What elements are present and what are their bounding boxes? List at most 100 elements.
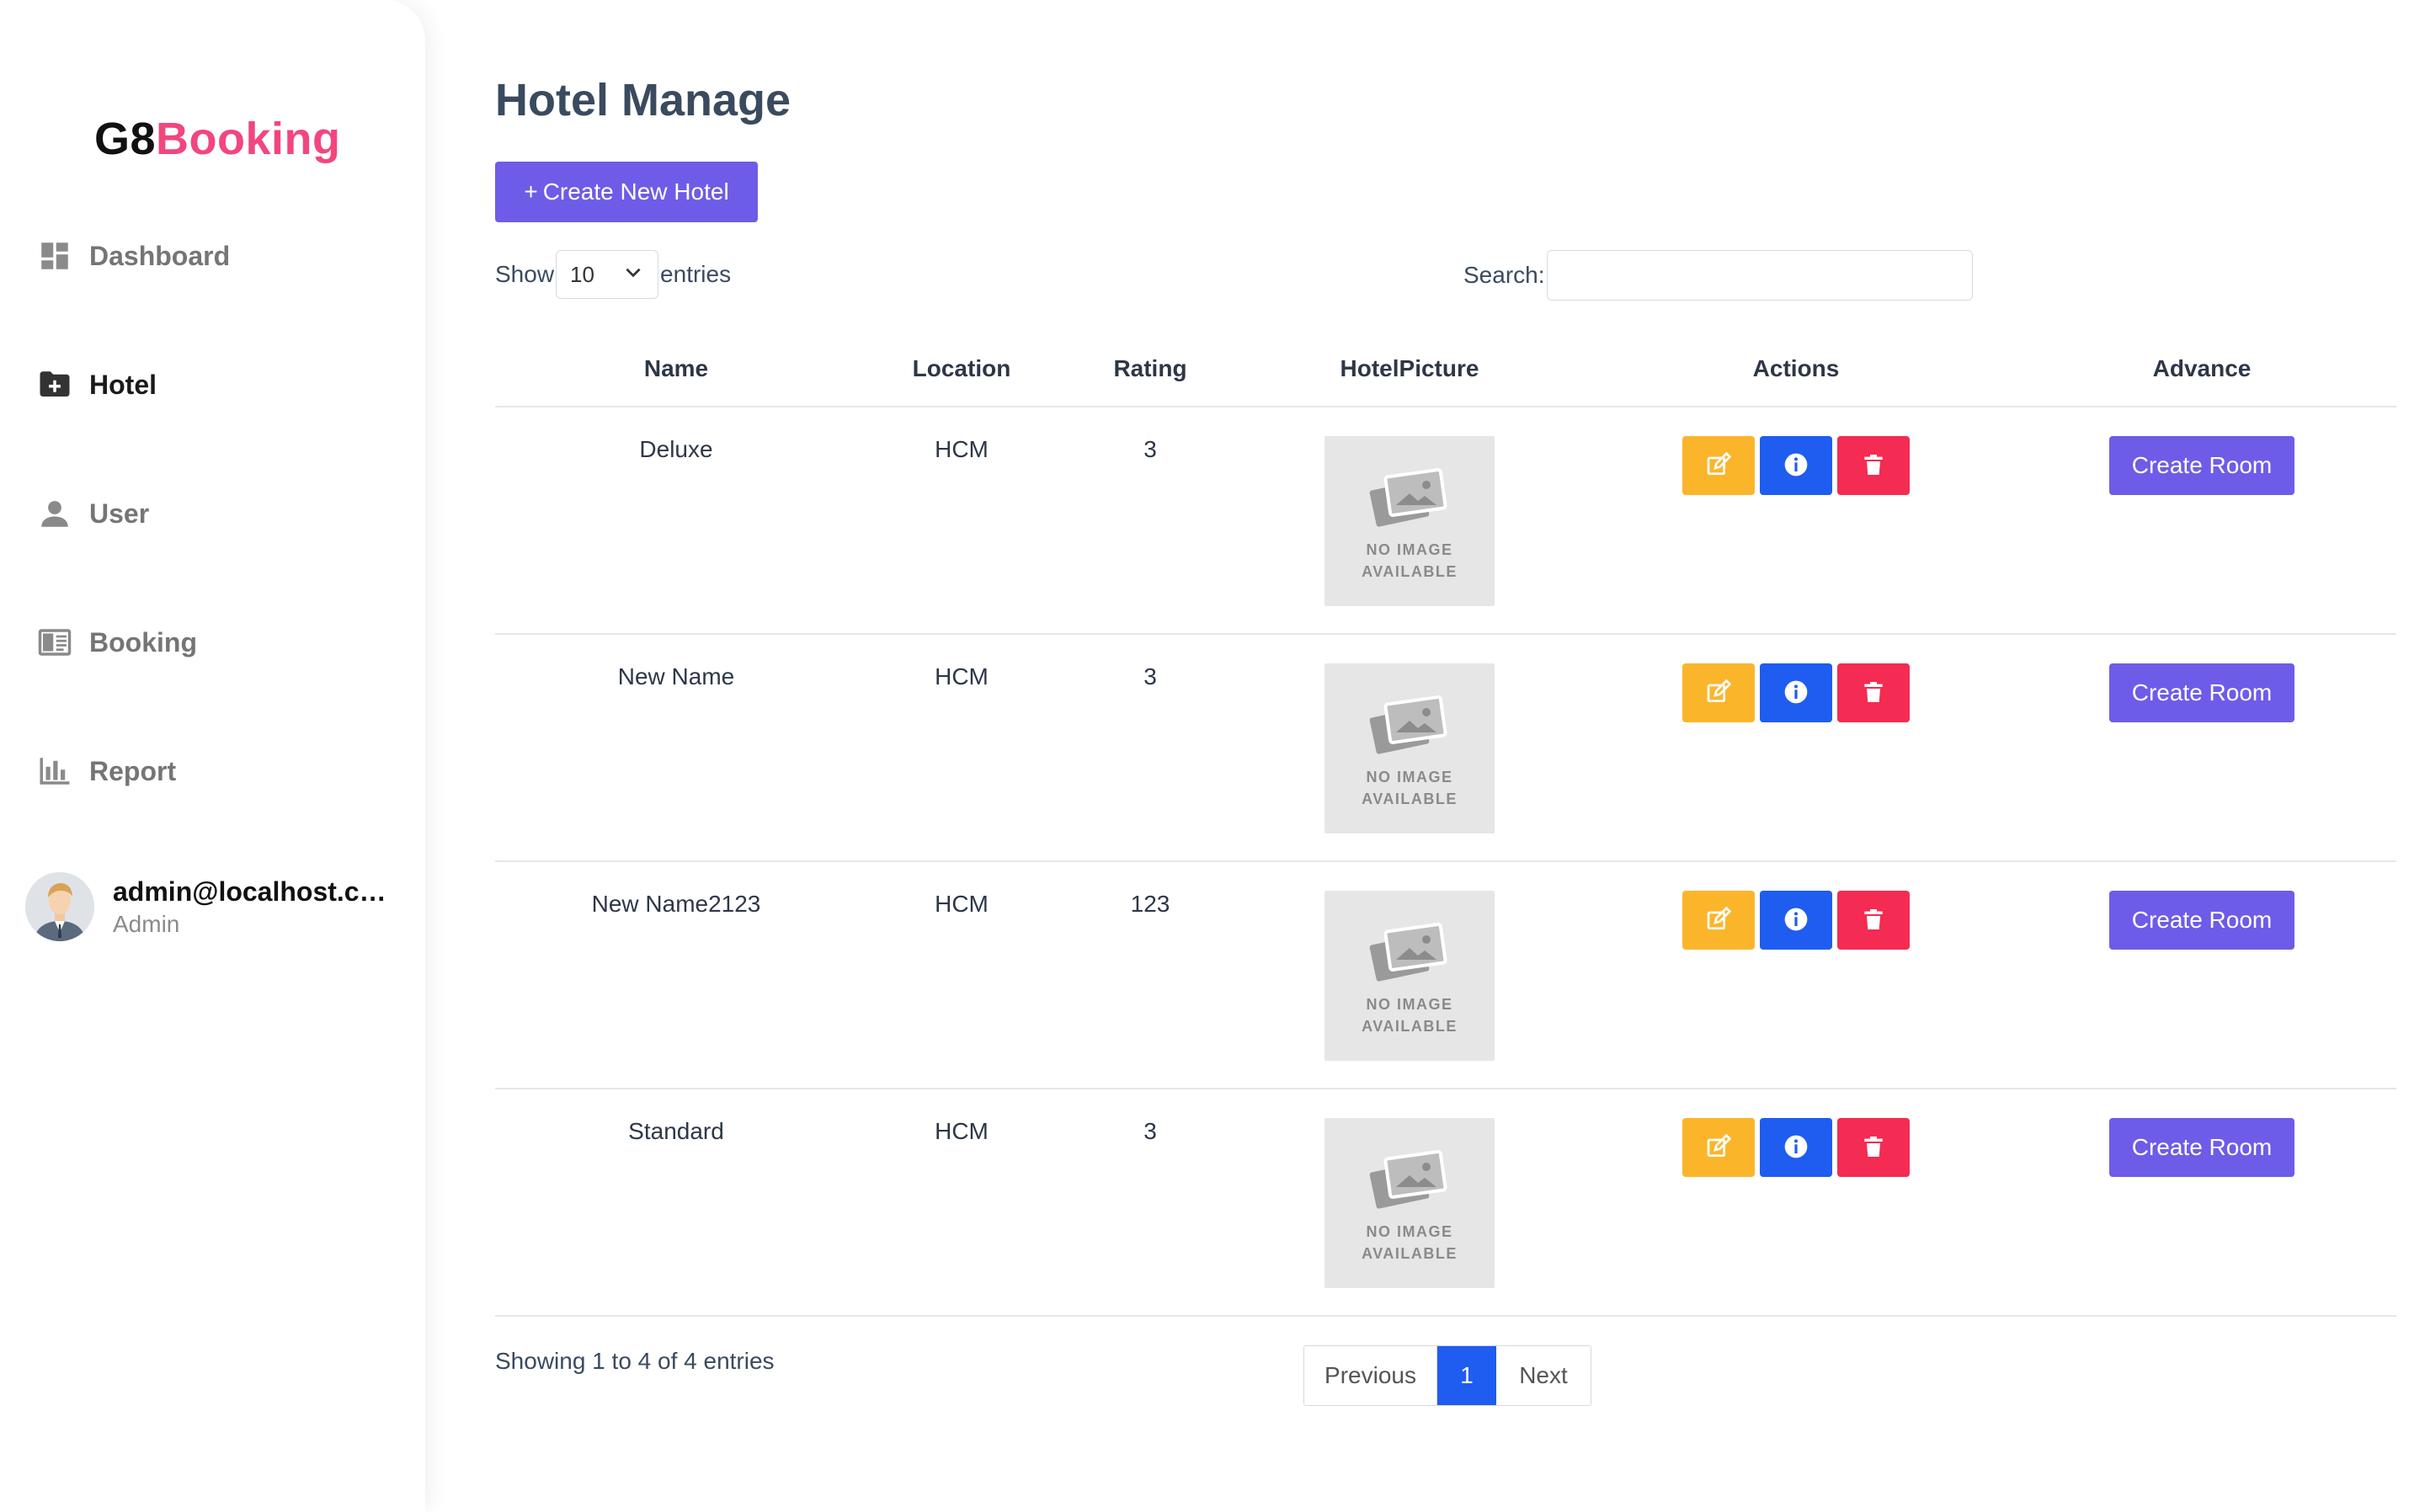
user-profile[interactable]: admin@localhost.co... Admin bbox=[25, 872, 391, 941]
trash-icon bbox=[1860, 1133, 1887, 1163]
cell-actions bbox=[1585, 862, 2007, 1088]
create-room-button[interactable]: Create Room bbox=[2109, 891, 2294, 950]
pagination-previous[interactable]: Previous bbox=[1304, 1346, 1437, 1405]
column-header-advance[interactable]: Advance bbox=[2007, 332, 2396, 406]
no-image-line2: AVAILABLE bbox=[1362, 1017, 1458, 1035]
no-image-line2: AVAILABLE bbox=[1362, 1244, 1458, 1262]
edit-button[interactable] bbox=[1682, 663, 1755, 722]
sidebar-item-user[interactable]: User bbox=[37, 488, 149, 539]
info-button[interactable] bbox=[1760, 663, 1832, 722]
cell-advance: Create Room bbox=[2007, 1089, 2396, 1315]
cell-actions bbox=[1585, 635, 2007, 860]
pagination-page-current[interactable]: 1 bbox=[1437, 1346, 1496, 1405]
no-image-line2: AVAILABLE bbox=[1362, 562, 1458, 580]
column-header-location[interactable]: Location bbox=[857, 332, 1066, 406]
brand-part-1: G8 bbox=[94, 114, 157, 164]
delete-button[interactable] bbox=[1837, 891, 1910, 950]
action-group bbox=[1682, 663, 1910, 860]
info-button[interactable] bbox=[1760, 891, 1832, 950]
action-group bbox=[1682, 891, 1910, 1088]
entries-label: entries bbox=[660, 261, 732, 287]
no-image-placeholder: NO IMAGE AVAILABLE bbox=[1324, 1118, 1495, 1288]
sidebar-item-dashboard[interactable]: Dashboard bbox=[37, 231, 230, 281]
info-button[interactable] bbox=[1760, 436, 1832, 495]
no-image-line2: AVAILABLE bbox=[1362, 790, 1458, 807]
delete-button[interactable] bbox=[1837, 663, 1910, 722]
create-hotel-button[interactable]: + Create New Hotel bbox=[495, 162, 758, 222]
column-header-picture[interactable]: HotelPicture bbox=[1234, 332, 1585, 406]
chevron-down-icon bbox=[622, 261, 644, 289]
no-image-placeholder: NO IMAGE AVAILABLE bbox=[1324, 891, 1495, 1061]
delete-button[interactable] bbox=[1837, 1118, 1910, 1177]
column-header-name[interactable]: Name bbox=[495, 332, 857, 406]
info-icon bbox=[1783, 679, 1809, 708]
app-root: G8Booking Dashboard Hotel User Booking R… bbox=[0, 0, 2425, 1512]
sidebar-item-label: Dashboard bbox=[89, 240, 231, 271]
no-image-line1: NO IMAGE bbox=[1366, 768, 1453, 785]
photo-icon bbox=[1367, 918, 1452, 991]
user-icon bbox=[37, 496, 72, 531]
sidebar-item-report[interactable]: Report bbox=[37, 746, 176, 796]
brand-logo[interactable]: G8Booking bbox=[94, 113, 341, 165]
action-group bbox=[1682, 436, 1910, 633]
cell-rating: 3 bbox=[1143, 663, 1157, 689]
table-header: Name Location Rating HotelPicture Action… bbox=[495, 332, 2396, 407]
entries-length-control: Show 10 entries bbox=[495, 249, 731, 300]
edit-icon bbox=[1705, 679, 1732, 708]
info-button[interactable] bbox=[1760, 1118, 1832, 1177]
trash-icon bbox=[1860, 679, 1887, 708]
edit-button[interactable] bbox=[1682, 891, 1755, 950]
cell-actions bbox=[1585, 1089, 2007, 1315]
pagination: Previous 1 Next bbox=[1303, 1345, 1591, 1406]
column-header-actions[interactable]: Actions bbox=[1585, 332, 2007, 406]
profile-role: Admin bbox=[113, 910, 180, 937]
sidebar-item-label: Booking bbox=[89, 626, 197, 658]
table-info: Showing 1 to 4 of 4 entries bbox=[495, 1348, 775, 1374]
create-room-button[interactable]: Create Room bbox=[2109, 663, 2294, 722]
table-row: New Name2123 HCM 123 NO IMAGE AVAILABLE bbox=[495, 862, 2396, 1089]
create-room-button[interactable]: Create Room bbox=[2109, 1118, 2294, 1177]
sidebar: G8Booking Dashboard Hotel User Booking R… bbox=[0, 0, 425, 1512]
profile-text: admin@localhost.co... Admin bbox=[113, 876, 391, 938]
table-row: New Name HCM 3 NO IMAGE AVAILABLE Create… bbox=[495, 635, 2396, 862]
plus-icon: + bbox=[524, 178, 538, 205]
no-image-line1: NO IMAGE bbox=[1366, 1222, 1453, 1240]
cell-name: Deluxe bbox=[639, 436, 713, 462]
no-image-placeholder: NO IMAGE AVAILABLE bbox=[1324, 663, 1495, 833]
sidebar-item-hotel[interactable]: Hotel bbox=[37, 359, 157, 410]
pagination-next[interactable]: Next bbox=[1496, 1346, 1591, 1405]
edit-icon bbox=[1705, 906, 1732, 935]
show-label: Show bbox=[495, 261, 555, 287]
search-control: Search: bbox=[1463, 250, 1973, 301]
edit-button[interactable] bbox=[1682, 436, 1755, 495]
edit-button[interactable] bbox=[1682, 1118, 1755, 1177]
cell-picture: NO IMAGE AVAILABLE bbox=[1234, 635, 1585, 860]
photo-icon bbox=[1367, 690, 1452, 764]
book-icon bbox=[37, 625, 72, 660]
cell-advance: Create Room bbox=[2007, 862, 2396, 1088]
cell-picture: NO IMAGE AVAILABLE bbox=[1234, 1089, 1585, 1315]
create-room-button[interactable]: Create Room bbox=[2109, 436, 2294, 495]
edit-icon bbox=[1705, 451, 1732, 481]
cell-location: HCM bbox=[935, 891, 989, 917]
no-image-line1: NO IMAGE bbox=[1366, 540, 1453, 558]
delete-button[interactable] bbox=[1837, 436, 1910, 495]
search-input[interactable] bbox=[1546, 250, 1973, 301]
sidebar-item-booking[interactable]: Booking bbox=[37, 617, 197, 668]
column-header-rating[interactable]: Rating bbox=[1066, 332, 1234, 406]
photo-icon bbox=[1367, 1145, 1452, 1218]
cell-location: HCM bbox=[935, 1118, 989, 1144]
entries-select[interactable]: 10 bbox=[556, 250, 659, 299]
entries-select-value: 10 bbox=[570, 261, 594, 287]
no-image-line1: NO IMAGE bbox=[1366, 995, 1453, 1013]
sidebar-item-label: Report bbox=[89, 755, 177, 786]
profile-email: admin@localhost.co... bbox=[113, 876, 391, 907]
cell-rating: 3 bbox=[1143, 1118, 1157, 1144]
cell-picture: NO IMAGE AVAILABLE bbox=[1234, 862, 1585, 1088]
action-group bbox=[1682, 1118, 1910, 1315]
page-title: Hotel Manage bbox=[495, 75, 791, 125]
trash-icon bbox=[1860, 451, 1887, 481]
table-row: Standard HCM 3 NO IMAGE AVAILABLE Create… bbox=[495, 1089, 2396, 1317]
sidebar-item-label: User bbox=[89, 498, 150, 529]
cell-location: HCM bbox=[935, 663, 989, 689]
